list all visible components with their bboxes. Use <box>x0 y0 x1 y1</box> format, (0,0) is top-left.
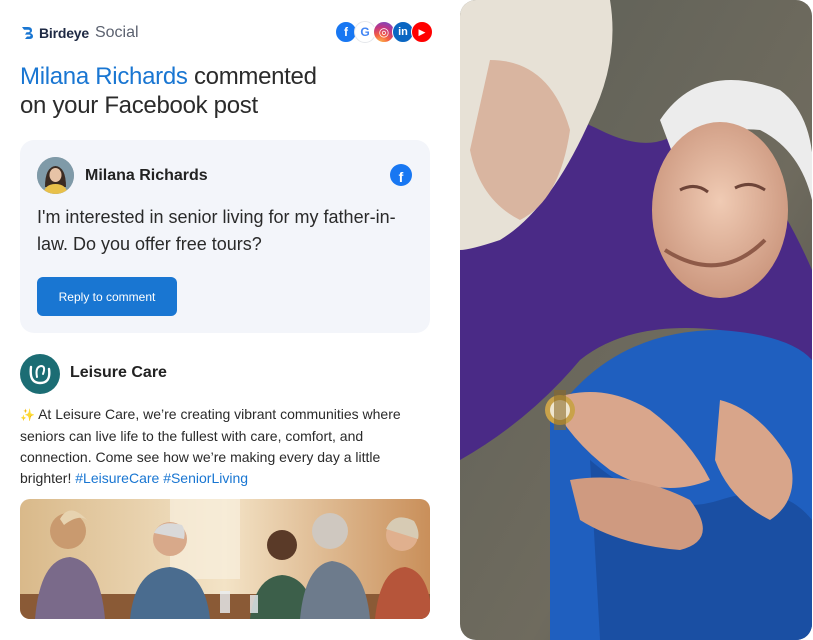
post-image <box>20 499 430 619</box>
comment-text: I'm interested in senior living for my f… <box>37 207 396 254</box>
notification-headline: Milana Richards commented on your Facebo… <box>20 62 420 120</box>
avatar-image <box>37 157 74 194</box>
notification-panel: Birdeye Social f G ◎ in ▶ Milana Richard… <box>0 0 440 640</box>
comment-card: Milana Richards f I'm interested in seni… <box>20 140 430 333</box>
post-hashtags[interactable]: #LeisureCare #SeniorLiving <box>75 470 248 486</box>
hero-photo <box>460 0 812 640</box>
social-icons: f G ◎ in ▶ <box>335 21 433 43</box>
avatar <box>37 157 74 194</box>
post-text: ✨ At Leisure Care, we’re creating vibran… <box>20 404 430 489</box>
brand-name: Birdeye <box>39 25 89 41</box>
facebook-icon: f <box>390 164 412 186</box>
post-author: Leisure Care <box>70 364 167 381</box>
sparkle-icon: ✨ <box>20 408 35 422</box>
reply-to-comment-button[interactable]: Reply to comment <box>37 277 177 316</box>
birdeye-logo-icon <box>22 27 33 39</box>
headline-name: Milana Richards <box>20 63 188 90</box>
commenter-name: Milana Richards <box>85 167 208 184</box>
brand-product: Social <box>94 24 139 41</box>
youtube-icon: ▶ <box>411 21 433 43</box>
headline-action-line2: on your Facebook post <box>20 92 258 119</box>
brand: Birdeye Social <box>20 22 139 44</box>
headline-action: commented <box>193 63 317 90</box>
leisure-care-logo-icon <box>20 354 60 394</box>
